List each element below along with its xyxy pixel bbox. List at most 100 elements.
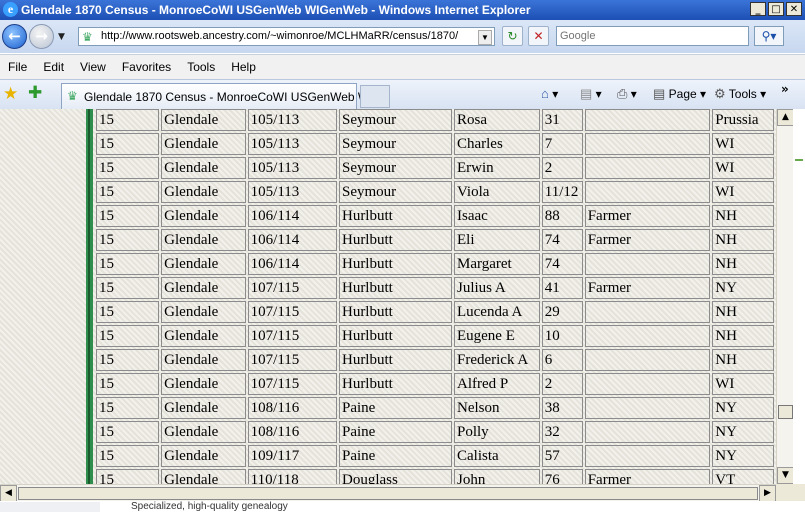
table-cell: 107/115 bbox=[247, 373, 337, 395]
search-box[interactable] bbox=[556, 26, 749, 46]
table-cell: 6 bbox=[541, 349, 583, 371]
minimize-button[interactable]: _ bbox=[750, 2, 766, 16]
chevron-more-icon[interactable]: » bbox=[781, 82, 789, 96]
table-cell: Glendale bbox=[161, 277, 246, 299]
table-cell: Glendale bbox=[161, 445, 246, 467]
new-tab-button[interactable] bbox=[360, 85, 390, 108]
table-row: 15 Glendale 105/113 Seymour Charles 7 WI bbox=[96, 133, 774, 155]
back-button[interactable]: ← bbox=[2, 24, 27, 49]
table-cell: 108/116 bbox=[247, 421, 337, 443]
table-cell: Calista bbox=[453, 445, 540, 467]
history-dropdown-icon[interactable]: ▼ bbox=[58, 32, 65, 42]
table-cell: 15 bbox=[96, 205, 160, 227]
search-input[interactable] bbox=[557, 27, 743, 45]
census-table-wrap: 15 Glendale 105/113 Seymour Rosa 31 Prussia 15 G… bbox=[94, 109, 776, 484]
table-cell: 76 bbox=[541, 469, 583, 484]
menu-view[interactable]: View bbox=[72, 60, 114, 74]
table-cell: Seymour bbox=[338, 181, 452, 203]
page-menu[interactable]: ▤ Page ▾ bbox=[653, 86, 706, 102]
table-cell: 15 bbox=[96, 253, 160, 275]
table-cell: Paine bbox=[338, 421, 452, 443]
ie-logo-icon: e bbox=[3, 2, 18, 17]
home-icon: ⌂ bbox=[541, 86, 549, 101]
table-cell: Hurlbutt bbox=[338, 325, 452, 347]
table-cell: 107/115 bbox=[247, 301, 337, 323]
scroll-right-icon[interactable]: ▶ bbox=[759, 485, 776, 502]
scroll-up-icon[interactable]: ▲ bbox=[777, 109, 794, 126]
table-cell: WI bbox=[712, 181, 774, 203]
stop-button[interactable]: ✕ bbox=[528, 26, 549, 46]
page-menu-label: Page bbox=[668, 87, 697, 101]
vertical-scrollbar[interactable]: ▲ ▼ bbox=[776, 109, 794, 484]
tab-row: ★ ✚ ♛ Glendale 1870 Census - MonroeCoWI … bbox=[0, 79, 805, 110]
search-icon[interactable]: ⚲▾ bbox=[754, 26, 784, 46]
divider bbox=[795, 159, 803, 161]
table-cell: Polly bbox=[453, 421, 540, 443]
horizontal-scroll-thumb[interactable] bbox=[18, 487, 758, 500]
table-row: 15 Glendale 105/113 Seymour Rosa 31 Prussia bbox=[96, 109, 774, 131]
horizontal-scrollbar[interactable]: ◀ ▶ bbox=[0, 484, 776, 502]
maximize-button[interactable]: □ bbox=[768, 2, 784, 16]
table-cell: 15 bbox=[96, 421, 160, 443]
feeds-button[interactable]: ▤ ▾ bbox=[580, 86, 602, 102]
table-cell: Rosa bbox=[453, 109, 540, 131]
address-row: ← → ▼ ♛ http://www.rootsweb.ancestry.com… bbox=[0, 20, 805, 53]
table-row: 15 Glendale 106/114 Hurlbutt Isaac 88 Farmer NH bbox=[96, 205, 774, 227]
favorites-star-icon[interactable]: ★ bbox=[3, 84, 18, 104]
table-cell bbox=[584, 325, 711, 347]
menu-file[interactable]: File bbox=[0, 60, 35, 74]
site-tree-icon: ♛ bbox=[82, 30, 93, 44]
scroll-left-icon[interactable]: ◀ bbox=[0, 485, 17, 502]
table-cell: Nelson bbox=[453, 397, 540, 419]
tools-menu[interactable]: ⚙ Tools ▾ bbox=[714, 86, 766, 102]
table-cell: Hurlbutt bbox=[338, 205, 452, 227]
table-cell: 106/114 bbox=[247, 229, 337, 251]
vertical-scroll-thumb[interactable] bbox=[778, 405, 793, 419]
table-cell: Farmer bbox=[584, 229, 711, 251]
table-cell bbox=[584, 373, 711, 395]
table-row: 15 Glendale 108/116 Paine Polly 32 NY bbox=[96, 421, 774, 443]
tab-site-icon: ♛ bbox=[67, 89, 78, 103]
table-row: 15 Glendale 107/115 Hurlbutt Eugene E 10 NH bbox=[96, 325, 774, 347]
address-dropdown-icon[interactable]: ▼ bbox=[478, 30, 492, 45]
address-bar[interactable]: ♛ http://www.rootsweb.ancestry.com/~wimo… bbox=[78, 27, 495, 46]
table-cell: Farmer bbox=[584, 205, 711, 227]
table-cell: NH bbox=[712, 229, 774, 251]
close-button[interactable]: ✕ bbox=[786, 2, 802, 16]
home-button[interactable]: ⌂ ▾ bbox=[541, 86, 558, 101]
table-cell: 15 bbox=[96, 181, 160, 203]
table-cell: Glendale bbox=[161, 373, 246, 395]
menu-help[interactable]: Help bbox=[223, 60, 264, 74]
table-cell: Alfred P bbox=[453, 373, 540, 395]
table-cell: 15 bbox=[96, 109, 160, 131]
table-cell: 15 bbox=[96, 229, 160, 251]
table-cell: Douglass bbox=[338, 469, 452, 484]
table-cell: 57 bbox=[541, 445, 583, 467]
refresh-button[interactable]: ↻ bbox=[502, 26, 523, 46]
scroll-down-icon[interactable]: ▼ bbox=[777, 467, 794, 484]
table-cell: WI bbox=[712, 157, 774, 179]
table-cell: 38 bbox=[541, 397, 583, 419]
decorative-border bbox=[86, 109, 93, 484]
status-text: Specialized, high-quality genealogy bbox=[131, 501, 288, 512]
forward-button[interactable]: → bbox=[29, 24, 54, 49]
address-url[interactable]: http://www.rootsweb.ancestry.com/~wimonr… bbox=[101, 30, 459, 42]
table-cell: 74 bbox=[541, 253, 583, 275]
table-cell: 108/116 bbox=[247, 397, 337, 419]
print-button[interactable]: ⎙ ▾ bbox=[617, 86, 637, 102]
table-cell: NH bbox=[712, 253, 774, 275]
table-cell: Seymour bbox=[338, 133, 452, 155]
table-cell: Glendale bbox=[161, 469, 246, 484]
tab-active[interactable]: ♛ Glendale 1870 Census - MonroeCoWI USGe… bbox=[61, 83, 383, 109]
table-cell bbox=[584, 301, 711, 323]
table-cell: 107/115 bbox=[247, 325, 337, 347]
gear-icon: ⚙ bbox=[714, 86, 726, 101]
table-row: 15 Glendale 109/117 Paine Calista 57 NY bbox=[96, 445, 774, 467]
add-favorite-icon[interactable]: ✚ bbox=[28, 83, 42, 103]
table-cell: 15 bbox=[96, 397, 160, 419]
menu-edit[interactable]: Edit bbox=[35, 60, 72, 74]
menu-tools[interactable]: Tools bbox=[179, 60, 223, 74]
table-cell bbox=[584, 133, 711, 155]
menu-favorites[interactable]: Favorites bbox=[114, 60, 179, 74]
table-cell: Glendale bbox=[161, 229, 246, 251]
